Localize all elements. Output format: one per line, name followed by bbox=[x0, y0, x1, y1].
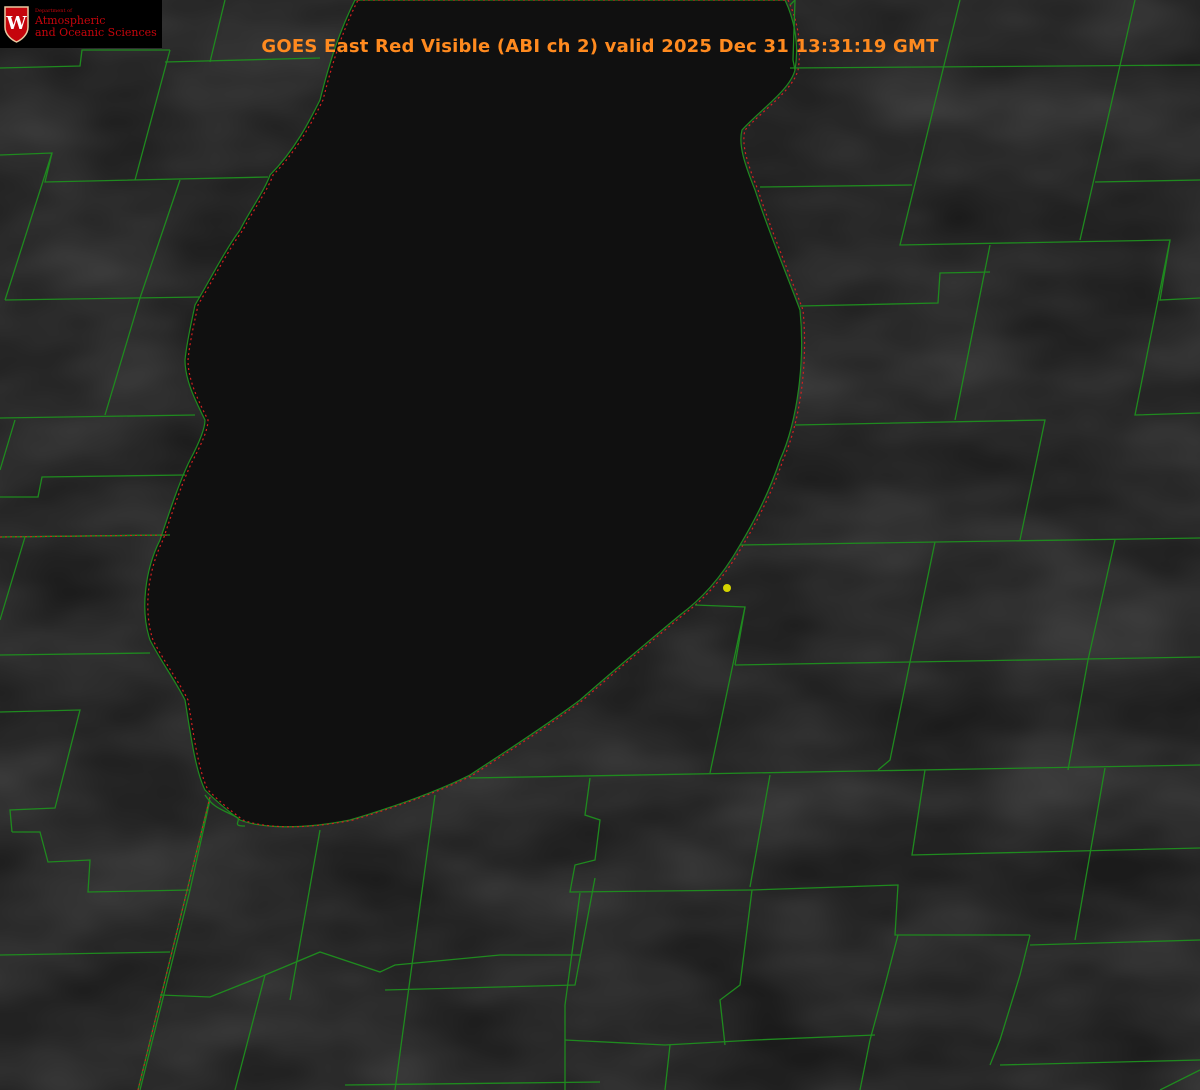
logo-line-1: Atmospheric bbox=[35, 13, 106, 27]
image-title: GOES East Red Visible (ABI ch 2) valid 2… bbox=[261, 36, 939, 57]
svg-text:W: W bbox=[5, 13, 27, 34]
station-marker-icon[interactable] bbox=[723, 584, 731, 592]
satellite-map bbox=[0, 0, 1200, 1090]
